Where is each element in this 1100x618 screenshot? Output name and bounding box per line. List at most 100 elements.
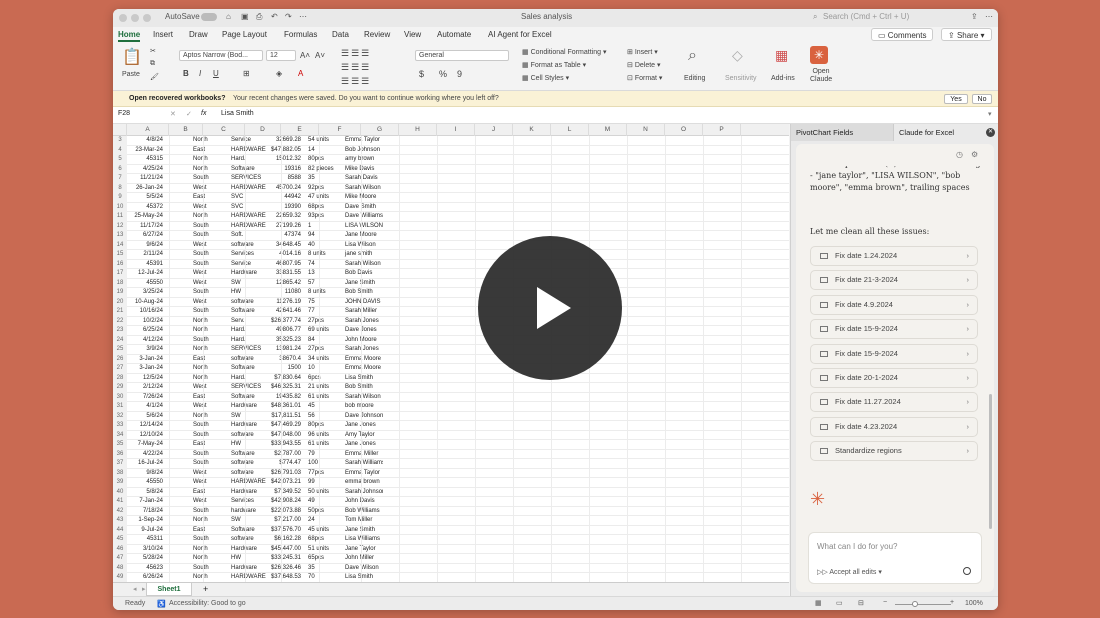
cell[interactable]: 5/28/24	[129, 554, 165, 564]
cell[interactable]: 49	[306, 497, 342, 507]
cell[interactable]: South	[191, 222, 225, 232]
cell[interactable]: 27pcs	[306, 345, 342, 355]
cell[interactable]: 5/8/24	[129, 488, 165, 498]
cell[interactable]: Bob Davis	[343, 269, 383, 279]
row-number[interactable]: 27	[113, 364, 127, 374]
row-number[interactable]: 14	[113, 240, 127, 250]
cell[interactable]: Sarah Wilson	[343, 393, 383, 403]
cell[interactable]: Software	[229, 307, 269, 317]
cell[interactable]: HW	[229, 440, 269, 450]
cell[interactable]: 45372	[129, 203, 165, 213]
cell[interactable]: 80pcs	[306, 421, 342, 431]
italic-button[interactable]: I	[199, 69, 201, 78]
cell[interactable]: East	[191, 440, 225, 450]
cell[interactable]: North	[191, 345, 225, 355]
cell[interactable]: 8 units	[306, 288, 342, 298]
cell[interactable]: 82 pieces	[306, 165, 342, 175]
copy-icon[interactable]: ⧉	[150, 60, 155, 68]
cell[interactable]: $33,943.55	[269, 440, 303, 450]
page-break-view-icon[interactable]: ⊟	[858, 599, 864, 607]
tab-data[interactable]: Data	[332, 30, 349, 39]
column-header[interactable]: J	[475, 124, 513, 136]
cell[interactable]: West	[191, 203, 225, 213]
zoom-window-button[interactable]	[143, 14, 151, 22]
cell[interactable]: 27pcs	[306, 317, 342, 327]
cell[interactable]: 10	[306, 364, 342, 374]
fill-color-icon[interactable]: ◈	[276, 69, 282, 78]
cell[interactable]: 5/6/24	[129, 412, 165, 422]
cell[interactable]: 25-May-24	[129, 212, 165, 222]
cell[interactable]: 38670.4	[269, 355, 303, 365]
paste-icon[interactable]: 📋	[122, 47, 142, 67]
cell[interactable]: Dave Jones	[343, 326, 383, 336]
cell[interactable]: $7,830.64	[269, 374, 303, 384]
cell[interactable]: 9/6/24	[129, 241, 165, 251]
cell[interactable]: Emma Moore	[343, 355, 383, 365]
cell[interactable]: 35325.23	[269, 336, 303, 346]
cell[interactable]: 69 units	[306, 326, 342, 336]
cell[interactable]: North	[191, 326, 225, 336]
cell[interactable]: 45315	[129, 155, 165, 165]
addins-icon[interactable]: ▦	[775, 47, 788, 64]
cell[interactable]: LISA WILSON	[343, 222, 383, 232]
cell[interactable]: Bob Smith	[343, 383, 383, 393]
cell[interactable]: 1500	[269, 364, 303, 374]
row-number[interactable]: 6	[113, 164, 127, 174]
cell[interactable]: $774.47	[269, 459, 303, 469]
cell[interactable]: West	[191, 383, 225, 393]
cell[interactable]: North	[191, 554, 225, 564]
tab-claude-for-excel[interactable]: Claude for Excel	[893, 124, 998, 141]
cell[interactable]: 74	[306, 260, 342, 270]
cell[interactable]: South	[191, 421, 225, 431]
cell[interactable]: software	[229, 355, 269, 365]
cell[interactable]: 77pcs	[306, 469, 342, 479]
tab-view[interactable]: View	[404, 30, 421, 39]
cell[interactable]: Dave Smith	[343, 203, 383, 213]
row-number[interactable]: 23	[113, 326, 127, 336]
page-layout-view-icon[interactable]: ▭	[836, 599, 843, 607]
row-number[interactable]: 15	[113, 250, 127, 260]
more-icon[interactable]: ⋯	[299, 12, 307, 21]
cell[interactable]: $2,787.00	[269, 450, 303, 460]
cell[interactable]: Bob Williams	[343, 507, 383, 517]
indent-icons[interactable]: ☰☰☰	[341, 76, 371, 87]
spreadsheet-grid[interactable]: ABCDEFGHIJKLMNOP 3 4/8/24 North Service 3266…	[113, 124, 789, 582]
cell[interactable]: 10-Aug-24	[129, 298, 165, 308]
cell[interactable]: Hardware	[229, 269, 269, 279]
cell[interactable]: Lisa Williams	[343, 535, 383, 545]
cell[interactable]: 11/21/24	[129, 174, 165, 184]
column-header[interactable]: O	[665, 124, 703, 136]
cell[interactable]: 12865.42	[269, 279, 303, 289]
tab-home[interactable]: Home	[118, 30, 141, 42]
cell[interactable]: $6,162.28	[269, 535, 303, 545]
cell[interactable]: 13	[306, 269, 342, 279]
cell[interactable]: East	[191, 488, 225, 498]
cell[interactable]: 6/25/24	[129, 326, 165, 336]
cell[interactable]: 3/9/24	[129, 345, 165, 355]
cell[interactable]: $37,576.70	[269, 526, 303, 536]
cell[interactable]: 6pcs	[306, 374, 342, 384]
cell[interactable]: $47,882.05	[269, 146, 303, 156]
cell[interactable]: $37,648.53	[269, 573, 303, 582]
cell[interactable]: 21 units	[306, 383, 342, 393]
row-number[interactable]: 10	[113, 202, 127, 212]
row-number[interactable]: 30	[113, 392, 127, 402]
cell[interactable]: Jane Taylor	[343, 545, 383, 555]
cell[interactable]: 12/5/24	[129, 374, 165, 384]
zoom-in-icon[interactable]: +	[950, 599, 954, 606]
align-center-icons[interactable]: ☰☰☰	[341, 62, 371, 73]
cell[interactable]: 93pcs	[306, 212, 342, 222]
cell[interactable]: North	[191, 573, 225, 582]
row-number[interactable]: 45	[113, 535, 127, 545]
cell[interactable]: North	[191, 155, 225, 165]
cell[interactable]: 4/1/24	[129, 402, 165, 412]
cell[interactable]: 11/17/24	[129, 222, 165, 232]
cell[interactable]: East	[191, 526, 225, 536]
cell[interactable]: 13981.24	[269, 345, 303, 355]
cell[interactable]: 12/10/24	[129, 431, 165, 441]
cell[interactable]: 8588	[269, 174, 303, 184]
format-painter-icon[interactable]: 🖌	[150, 73, 159, 81]
row-number[interactable]: 31	[113, 402, 127, 412]
row-number[interactable]: 32	[113, 411, 127, 421]
chat-scrollbar[interactable]	[989, 394, 992, 529]
